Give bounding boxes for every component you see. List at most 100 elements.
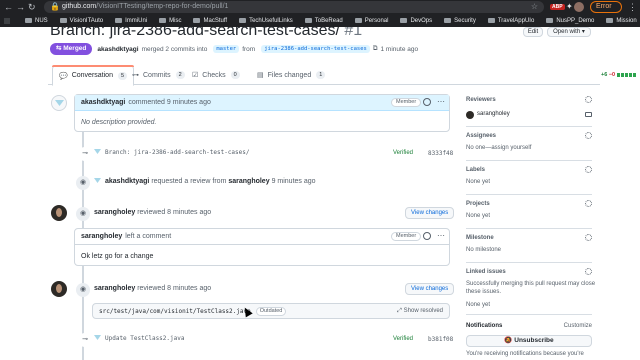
forward-icon[interactable]: →	[16, 1, 25, 13]
address-bar[interactable]: 🔒 github.com/VisionITTesting/temp-repo-f…	[44, 1, 544, 13]
apps-grid-icon	[4, 17, 10, 24]
milestone-section: Milestone No milestone	[466, 234, 592, 263]
base-branch[interactable]: master	[213, 45, 240, 53]
comment-body: Ok letz go for a change	[81, 253, 154, 260]
bookmark-folder[interactable]: ImmiUni	[115, 18, 147, 24]
comment-header: akashdktyagi commented 9 minutes ago Memb…	[75, 95, 449, 111]
review-thread-file[interactable]: src/test/java/com/visionit/TestClass2.ja…	[92, 303, 450, 319]
commit-message[interactable]: Update TestClass2.java	[105, 335, 184, 342]
review-request-event: ◉ akashdktyagi requested a review from s…	[76, 176, 456, 190]
labels-gear-icon[interactable]	[585, 166, 592, 173]
more-options-icon[interactable]: ⋯	[437, 232, 445, 240]
tab-conversation[interactable]: 💬 Conversation 5	[52, 65, 135, 86]
bookmark-folder[interactable]: Personal	[354, 18, 388, 24]
bookmark-folder[interactable]: NusPP_Demo	[546, 18, 594, 24]
pr-description-comment: akashdktyagi commented 9 minutes ago Memb…	[74, 94, 450, 132]
folder-icon	[444, 18, 452, 23]
pull-request-page: Branch: jira-2386-add-search-test-cases/…	[0, 27, 640, 360]
author-avatar-icon	[94, 178, 101, 183]
assignees-gear-icon[interactable]	[585, 132, 592, 139]
pr-tabs: 💬 Conversation 5 ⊶ Commits 2 ☑ Checks 0 ▤ Files…	[48, 65, 638, 86]
avatar[interactable]	[51, 95, 67, 111]
notifications-section: Notifications Customize 🔕 Unsubscribe Yo…	[466, 323, 592, 357]
merge-author[interactable]: akashdktyagi	[97, 46, 138, 53]
folder-icon	[354, 18, 362, 23]
bookmark-folder[interactable]: VisionITAuto	[59, 18, 103, 24]
folder-icon	[25, 18, 32, 23]
folder-icon	[487, 18, 495, 23]
milestone-gear-icon[interactable]	[585, 234, 592, 241]
bookmark-folder[interactable]: Mission	[606, 18, 637, 24]
unsubscribe-button[interactable]: 🔕 Unsubscribe	[466, 335, 592, 347]
bookmark-folder[interactable]: TechUsefulLinks	[239, 18, 293, 24]
bookmark-folder[interactable]: Misc	[159, 18, 181, 24]
bookmark-apps[interactable]	[4, 17, 13, 24]
reviewers-section: Reviewers sarangholey	[466, 96, 592, 127]
head-branch[interactable]: jira-2386-add-search-test-cases	[261, 45, 370, 53]
copy-icon[interactable]: ⧉	[373, 45, 378, 53]
avatar[interactable]	[51, 205, 67, 221]
tab-files-changed[interactable]: ▤ Files changed 1	[257, 65, 326, 85]
review-comment: sarangholey left a comment Member ⋯ Ok le…	[74, 228, 450, 266]
commit-icon: ⊸	[78, 333, 92, 347]
folder-icon	[115, 18, 123, 23]
folder-icon	[239, 18, 247, 23]
browser-menu-icon[interactable]: ⋮	[628, 0, 637, 14]
projects-section: Projects None yet	[466, 200, 592, 229]
bookmark-star-icon[interactable]: ☆	[531, 1, 538, 13]
bookmark-folder[interactable]: NUS	[25, 18, 48, 24]
labels-section: Labels None yet	[466, 166, 592, 195]
folder-icon	[304, 18, 312, 23]
commit-sha[interactable]: 8333f48	[428, 150, 453, 157]
linked-issues-gear-icon[interactable]	[585, 268, 592, 275]
projects-gear-icon[interactable]	[585, 200, 592, 207]
folder-icon	[546, 18, 554, 23]
reviewer-name[interactable]: sarangholey	[477, 111, 510, 117]
extensions-puzzle-icon[interactable]: ✦	[566, 2, 573, 12]
bookmark-folder[interactable]: TravelAppUIo	[487, 18, 534, 24]
bookmark-folder[interactable]: Security	[444, 18, 476, 24]
ext-abp-icon[interactable]: ABP	[550, 2, 565, 12]
commit-event: ⊸ Update TestClass2.java Verified b381f0…	[78, 333, 458, 347]
page-title: Branch: jira-2386-add-search-test-cases/…	[50, 27, 363, 39]
diffstat: +6 −0	[601, 72, 638, 78]
folder-icon	[606, 18, 614, 23]
bookmark-folder[interactable]: MacStuff	[193, 18, 227, 24]
conversation-icon: 💬	[59, 72, 68, 80]
view-changes-button[interactable]: View changes	[405, 207, 455, 219]
profile-avatar[interactable]	[574, 2, 584, 12]
eye-icon: ◉	[76, 176, 90, 190]
view-changes-button[interactable]: View changes	[405, 283, 455, 295]
commit-icon: ⊶	[132, 72, 139, 79]
more-options-icon[interactable]: ⋯	[437, 98, 445, 106]
eye-icon: ◉	[76, 283, 90, 297]
tab-commits[interactable]: ⊶ Commits 2	[132, 65, 185, 85]
avatar[interactable]	[466, 111, 474, 119]
folder-icon	[193, 18, 201, 23]
error-button[interactable]: Error	[590, 1, 622, 13]
verified-badge[interactable]: Verified	[393, 150, 413, 156]
reload-icon[interactable]: ↻	[28, 1, 36, 13]
review-event: ◉ sarangholey reviewed 8 minutes ago	[76, 283, 456, 297]
show-resolved-button[interactable]: ⤢ Show resolved	[397, 308, 443, 315]
commit-line: Update TestClass2.java	[94, 335, 184, 342]
bookmark-folder[interactable]: ToBeRead	[304, 18, 343, 24]
bookmark-folder[interactable]: DevOps	[400, 18, 432, 24]
avatar[interactable]	[51, 281, 67, 297]
commit-message[interactable]: Branch: jira-2386-add-search-test-cases/	[105, 149, 250, 156]
add-reaction-icon[interactable]	[423, 232, 431, 240]
assign-yourself-link[interactable]: No one—assign yourself	[466, 145, 531, 151]
browser-chrome: ← → ↻ 🔒 github.com/VisionITTesting/temp-…	[0, 0, 640, 27]
back-icon[interactable]: ←	[4, 1, 13, 13]
reviewers-gear-icon[interactable]	[585, 96, 592, 103]
member-badge: Member	[391, 98, 422, 107]
commit-sha[interactable]: b381f08	[428, 336, 453, 343]
verified-badge[interactable]: Verified	[393, 336, 413, 342]
file-path[interactable]: src/test/java/com/visionit/TestClass2.ja…	[99, 308, 251, 315]
edit-button[interactable]: Edit	[523, 27, 543, 37]
add-reaction-icon[interactable]	[423, 98, 431, 106]
url-text: github.com/VisionITTesting/temp-repo-for…	[62, 3, 229, 10]
tab-checks[interactable]: ☑ Checks 0	[192, 65, 240, 85]
customize-link[interactable]: Customize	[564, 323, 592, 329]
open-with-button[interactable]: Open with ▾	[547, 27, 591, 37]
